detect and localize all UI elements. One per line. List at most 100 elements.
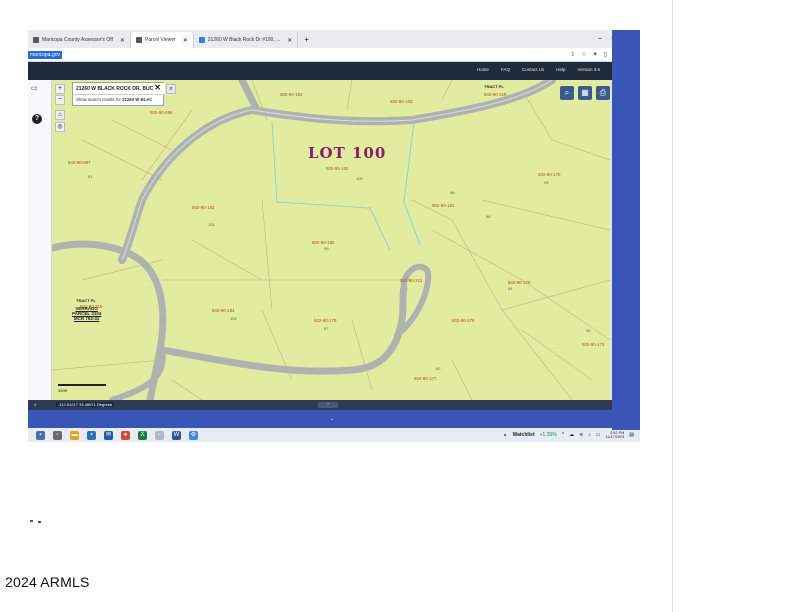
tray-chevron-icon[interactable]: ^	[562, 432, 564, 438]
parcel-apn[interactable]: 502-90-178	[452, 318, 474, 323]
minimize-button[interactable]: –	[598, 35, 602, 43]
parcel-apn[interactable]: 502-90-176	[508, 280, 530, 285]
volume-icon[interactable]: ♪	[588, 432, 591, 438]
search-hint-value: 21260 W BLAC	[122, 97, 153, 102]
layers-button[interactable]: ▦	[578, 86, 592, 100]
new-tab-button[interactable]: +	[298, 35, 315, 44]
print-button[interactable]: ⎙	[596, 86, 610, 100]
watchlist-change: +1.35%	[539, 432, 557, 438]
notifications-icon[interactable]: ▤	[629, 432, 634, 438]
scan-page-edge	[672, 0, 673, 612]
coordinate-readout: -112.51217 33.48071 Degrees	[56, 402, 114, 407]
verrado-parcel-label: VERRADO PARCEL 3104 MCR 752-41	[72, 306, 101, 321]
task-view-icon[interactable]: ▫	[53, 430, 62, 440]
bookmark-star-icon[interactable]: ☆	[581, 51, 586, 58]
search-input[interactable]	[73, 83, 165, 95]
browser-tab-strip: Maricopa County Assessor's Off ✕ Parcel …	[28, 30, 640, 48]
chrome-icon[interactable]: ●	[121, 430, 130, 440]
screen-blue-band: ⌄	[28, 410, 640, 428]
expand-icon[interactable]: «	[34, 402, 37, 407]
lot-number: 91	[88, 174, 93, 179]
tab-label: 21260 W Black Rock Dr #100, ...	[207, 37, 281, 43]
parcel-apn[interactable]: 502-90-212	[400, 278, 422, 283]
parcel-apn[interactable]: 502-90-177	[414, 376, 436, 381]
word-icon[interactable]: W	[172, 430, 181, 440]
parcel-apn[interactable]: 502-90-103	[390, 99, 412, 104]
parcel-apn[interactable]: 502-90-104	[280, 92, 302, 97]
parcel-apn[interactable]: 502-90-181	[432, 203, 454, 208]
extensions-icon[interactable]: ✦	[593, 51, 598, 58]
settings-icon[interactable]: ⚙	[189, 430, 198, 440]
lot-number: 97	[324, 326, 329, 331]
search-icon: ⌕	[564, 88, 570, 97]
search-hint-prefix: Show search results for	[76, 97, 121, 102]
nav-faq[interactable]: FAQ	[501, 67, 510, 72]
share-icon[interactable]: ⇪	[570, 51, 575, 58]
site-header: Home FAQ Contact Us Help Version 3.5	[28, 62, 640, 80]
parcel-apn[interactable]: 502-90-097	[68, 160, 90, 165]
favicon-icon	[33, 37, 39, 43]
artifact-dot	[30, 520, 33, 522]
clear-search-icon[interactable]: ✕	[154, 83, 161, 92]
grid-icon: ▦	[581, 88, 589, 97]
search-suggestion[interactable]: Show search results for 21260 W BLAC	[76, 97, 152, 102]
tract-label: TRACT PL	[484, 84, 504, 89]
collapse-panel-button[interactable]: ⌃	[318, 402, 338, 408]
home-icon[interactable]: ⌂	[55, 110, 65, 120]
parcel-apn[interactable]: 502-90-175	[538, 172, 560, 177]
nav-home[interactable]: Home	[477, 67, 489, 72]
excel-icon[interactable]: X	[138, 430, 147, 440]
parcel-apn[interactable]: 502-90-218	[484, 92, 506, 97]
help-icon[interactable]: ?	[32, 114, 42, 124]
app-icon[interactable]: ▫	[155, 430, 164, 440]
sidebar-icon[interactable]: ▯	[604, 51, 607, 58]
mail-icon[interactable]: ✉	[104, 430, 113, 440]
file-explorer-icon[interactable]: ▬	[70, 430, 79, 440]
lot-number: 94	[508, 286, 513, 291]
lot-number: 96	[486, 214, 491, 219]
zoom-out-button[interactable]: −	[55, 95, 65, 105]
watchlist-label[interactable]: Watchlist	[513, 432, 535, 438]
locate-icon[interactable]: ◎	[55, 122, 65, 132]
tab-listing[interactable]: 21260 W Black Rock Dr #100, ... ✕	[194, 32, 299, 48]
lot-number: 102	[230, 316, 237, 321]
scale-bar	[58, 384, 106, 386]
url-field[interactable]: maricopa.gov	[28, 50, 63, 59]
close-tab-icon[interactable]: ✕	[183, 37, 188, 44]
parcel-apn[interactable]: 502-90-179	[314, 318, 336, 323]
nav-version: Version 3.5	[577, 67, 600, 72]
lot-number: 101	[208, 222, 215, 227]
clock[interactable]: 2:52 PM 11/17/2023	[606, 431, 625, 439]
lot-annotation: LOT 100	[308, 144, 387, 162]
scale-label: 300ft	[58, 388, 67, 393]
close-tab-icon[interactable]: ✕	[120, 37, 125, 44]
widgets-icon[interactable]: ▪	[36, 430, 45, 440]
lot-number: 98	[450, 190, 455, 195]
stock-chart-icon: ▲	[502, 432, 508, 438]
store-icon[interactable]: ▪	[87, 430, 96, 440]
search-icon[interactable]: ⌕	[166, 84, 176, 94]
parcel-map[interactable]: LOT 100 502-90-104 502-90-103 502-90-098…	[52, 80, 610, 400]
parcel-apn[interactable]: 502-90-182	[326, 166, 348, 171]
chat-icon[interactable]: ▭	[31, 84, 38, 92]
parcel-apn[interactable]: 502-90-184	[212, 308, 234, 313]
tab-assessor[interactable]: Maricopa County Assessor's Off ✕	[28, 32, 131, 48]
zoom-in-button[interactable]: +	[55, 84, 65, 94]
close-tab-icon[interactable]: ✕	[287, 37, 292, 44]
map-status-bar: « -112.51217 33.48071 Degrees ⌃	[28, 400, 640, 410]
parcel-apn[interactable]: 502-90-180	[312, 240, 334, 245]
map-search-button[interactable]: ⌕	[560, 86, 574, 100]
zoom-controls: + −	[55, 84, 65, 106]
wifi-icon[interactable]: ≋	[579, 432, 583, 438]
parcel-apn[interactable]: 502-90-183	[192, 205, 214, 210]
site-nav: Home FAQ Contact Us Help Version 3.5	[477, 67, 600, 72]
tract-label: TRACT PL	[76, 298, 96, 303]
onedrive-icon[interactable]: ☁	[569, 432, 574, 438]
parcel-apn[interactable]: 502-90-098	[150, 110, 172, 115]
parcel-apn[interactable]: 502-90-172	[582, 342, 604, 347]
nav-help[interactable]: Help	[556, 67, 565, 72]
battery-icon[interactable]: ▭	[596, 432, 601, 438]
scan-artifact	[30, 520, 60, 524]
tab-parcel-viewer[interactable]: Parcel Viewer ✕	[130, 32, 194, 48]
nav-contact[interactable]: Contact Us	[522, 67, 544, 72]
